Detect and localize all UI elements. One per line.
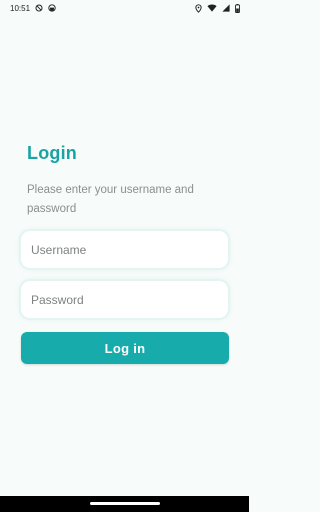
battery-icon [235, 3, 240, 13]
home-gesture-handle[interactable] [90, 502, 160, 505]
status-time: 10:51 [10, 3, 31, 13]
login-subtitle: Please enter your username and password [27, 184, 194, 215]
username-input[interactable] [21, 231, 228, 268]
app-notification-icon [48, 4, 56, 12]
do-not-disturb-icon [35, 4, 43, 12]
status-right [195, 3, 240, 13]
navigation-bar [0, 496, 249, 512]
wifi-icon [207, 4, 217, 12]
page-title: Login [27, 143, 77, 163]
login-button[interactable]: Log in [21, 332, 229, 364]
status-left: 10:51 [10, 4, 56, 13]
password-input[interactable] [21, 281, 228, 318]
signal-icon [222, 4, 230, 12]
status-bar: 10:51 [0, 0, 249, 16]
location-icon [195, 3, 202, 13]
login-screen: 10:51 Login Please enter your username a… [0, 0, 249, 512]
